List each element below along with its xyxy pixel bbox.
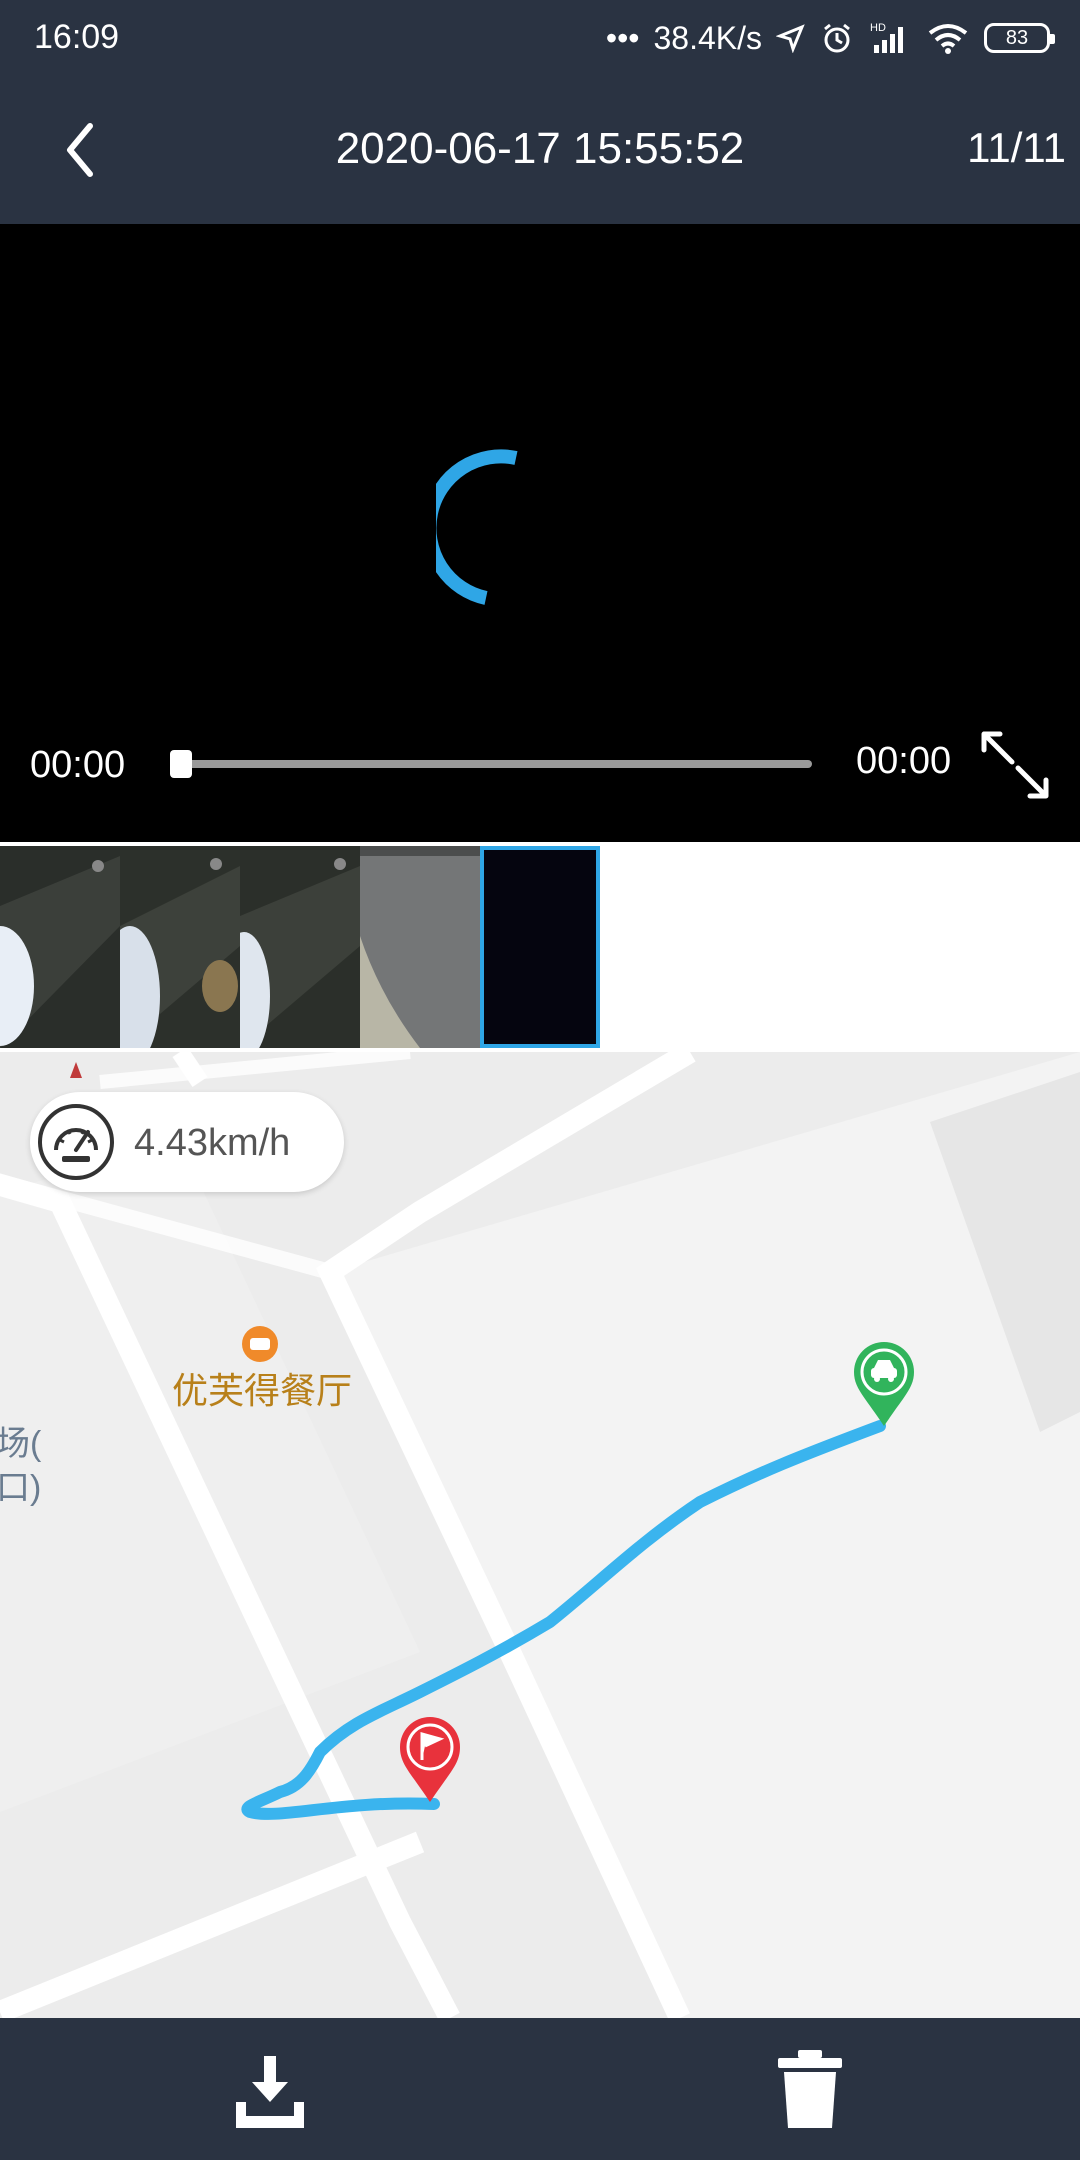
restaurant-icon [242, 1326, 278, 1362]
top-bar: 16:09 ••• 38.4K/s HD 83 2020-06-17 15:55… [0, 0, 1080, 224]
loading-spinner-icon [436, 449, 518, 605]
signal-icon: HD [870, 22, 903, 53]
seek-handle[interactable] [170, 750, 192, 778]
battery-level: 83 [1005, 26, 1029, 49]
nav-bar: 2020-06-17 15:55:52 11/11 [0, 100, 1080, 200]
thumbnail-strip [0, 842, 1080, 1052]
thumbnail-frame[interactable] [360, 846, 480, 1048]
alarm-icon [824, 23, 850, 53]
battery-icon: 83 [984, 23, 1055, 53]
route-map[interactable]: 4.43km/h 优芙得餐厅 场( 口) [0, 1052, 1080, 2018]
status-bar: 16:09 ••• 38.4K/s HD 83 [0, 0, 1080, 80]
wifi-icon [928, 24, 968, 54]
duration-time: 00:00 [856, 740, 952, 782]
chevron-left-icon [67, 123, 93, 177]
location-arrow-icon [776, 24, 805, 53]
svg-text:HD: HD [870, 22, 886, 34]
video-player[interactable]: 00:00 00:00 [0, 224, 1080, 842]
delete-button[interactable] [770, 2048, 850, 2132]
download-button[interactable] [230, 2052, 310, 2132]
map-edge-label: 场( 口) [0, 1422, 41, 1510]
bottom-toolbar [0, 2018, 1080, 2160]
thumbnail-frame-selected[interactable] [480, 846, 600, 1048]
speed-indicator: 4.43km/h [30, 1092, 344, 1192]
network-speed: 38.4K/s [653, 19, 762, 56]
thumbnail-frame[interactable] [240, 846, 360, 1048]
video-counter: 11/11 [967, 124, 1066, 171]
seek-bar[interactable] [180, 760, 812, 768]
thumbnail-frame[interactable] [120, 846, 240, 1048]
network-dots-icon: ••• [605, 19, 640, 56]
map-edge-label-line2: 口) [0, 1469, 42, 1507]
back-button[interactable] [40, 110, 120, 190]
status-time: 16:09 [34, 18, 120, 56]
status-icons: ••• 38.4K/s HD 83 [605, 16, 1055, 60]
current-time: 00:00 [30, 744, 126, 786]
speedometer-icon [38, 1104, 114, 1180]
fullscreen-icon[interactable] [978, 728, 1052, 802]
thumbnail-frame[interactable] [0, 846, 120, 1048]
page-title: 2020-06-17 15:55:52 [335, 124, 745, 173]
map-streets [0, 1052, 1080, 2018]
poi-label[interactable]: 优芙得餐厅 [172, 1362, 352, 1414]
map-edge-label-line1: 场( [0, 1425, 42, 1463]
speed-value: 4.43km/h [134, 1122, 291, 1164]
